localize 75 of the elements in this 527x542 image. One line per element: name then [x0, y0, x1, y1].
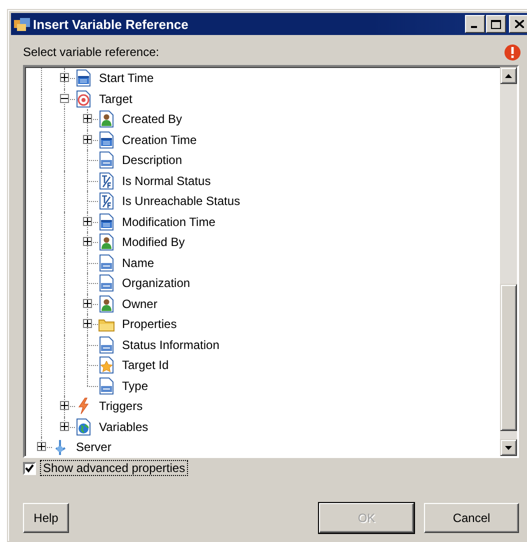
plus-icon: [61, 402, 68, 410]
expander-button[interactable]: [83, 237, 92, 246]
tree-item[interactable]: Modification Time: [120, 214, 218, 230]
plus-icon: [61, 422, 68, 430]
tree-item[interactable]: Creation Time: [120, 132, 199, 148]
checkbox[interactable]: [23, 462, 36, 474]
scroll-up-button[interactable]: [500, 67, 517, 84]
expander-button[interactable]: [83, 114, 92, 124]
tree-item[interactable]: Properties: [120, 316, 179, 332]
prompt-label: Select variable reference:: [23, 45, 160, 59]
calendar-icon: [75, 69, 92, 88]
text-icon: [98, 254, 115, 272]
scroll-bar[interactable]: [500, 67, 517, 456]
minimize-button[interactable]: [465, 15, 485, 33]
tree-item[interactable]: Server: [74, 439, 114, 456]
expander-button[interactable]: [60, 73, 69, 82]
tree-item[interactable]: Description: [120, 152, 184, 168]
tree-item[interactable]: Triggers: [97, 398, 145, 414]
text-icon: [98, 376, 115, 395]
plus-icon: [84, 238, 91, 246]
globe-icon: [75, 418, 92, 436]
plus-icon: [38, 443, 45, 450]
close-icon: [514, 20, 524, 28]
text-icon: [98, 274, 115, 292]
boolean-icon: [98, 192, 115, 210]
target-icon: [75, 90, 92, 108]
tree-item[interactable]: Status Information: [120, 336, 222, 353]
expander-button[interactable]: [83, 298, 92, 308]
tree-item[interactable]: Type: [120, 378, 150, 394]
boolean-icon: [98, 172, 115, 190]
expander-button[interactable]: [60, 401, 69, 410]
tree-item[interactable]: Modified By: [120, 234, 187, 250]
dialog-button[interactable]: Cancel: [424, 503, 519, 533]
person-icon: [98, 110, 115, 128]
checkbox-label[interactable]: Show advanced properties: [40, 460, 188, 476]
plus-icon: [84, 320, 91, 328]
tree-item[interactable]: Start Time: [97, 70, 156, 86]
expander-button[interactable]: [37, 442, 46, 452]
tree-item[interactable]: Name: [120, 254, 156, 271]
text-icon: [98, 336, 115, 354]
text-icon: [98, 151, 115, 170]
expander-button[interactable]: [60, 422, 69, 431]
expander-button[interactable]: [83, 134, 92, 144]
scroll-down-button[interactable]: [500, 439, 517, 456]
plus-icon: [84, 218, 91, 225]
tree-item[interactable]: Organization: [120, 275, 192, 292]
app-icon: [13, 16, 31, 32]
maximize-button[interactable]: [486, 15, 506, 33]
dialog-button[interactable]: Help: [23, 503, 69, 533]
plus-icon: [84, 136, 91, 143]
person-icon: [98, 233, 115, 252]
tree-item[interactable]: Target: [97, 90, 134, 107]
window-title: Insert Variable Reference: [33, 16, 190, 32]
maximize-icon: [491, 20, 501, 28]
scroll-thumb[interactable]: [500, 284, 517, 431]
tree-item[interactable]: Variables: [97, 418, 150, 435]
expander-button[interactable]: [60, 94, 69, 103]
calendar-icon: [98, 130, 115, 149]
down-arrow-icon: [505, 446, 512, 450]
plus-icon: [84, 115, 91, 122]
calendar-icon: [98, 212, 115, 231]
tree-item[interactable]: Created By: [120, 111, 184, 128]
tree-item[interactable]: Is Normal Status: [120, 172, 213, 189]
expander-button[interactable]: [83, 216, 92, 226]
plus-icon: [84, 300, 91, 307]
tree-item[interactable]: Owner: [120, 296, 160, 312]
star-icon: [98, 356, 115, 374]
close-button[interactable]: [509, 15, 527, 33]
error-icon: [504, 44, 521, 60]
plus-icon: [61, 74, 68, 82]
up-arrow-icon: [505, 74, 512, 78]
tree-item[interactable]: Target Id: [120, 357, 171, 374]
person-icon: [98, 294, 115, 313]
tree-item[interactable]: Is Unreachable Status: [120, 193, 242, 210]
expander-button[interactable]: [83, 319, 92, 328]
